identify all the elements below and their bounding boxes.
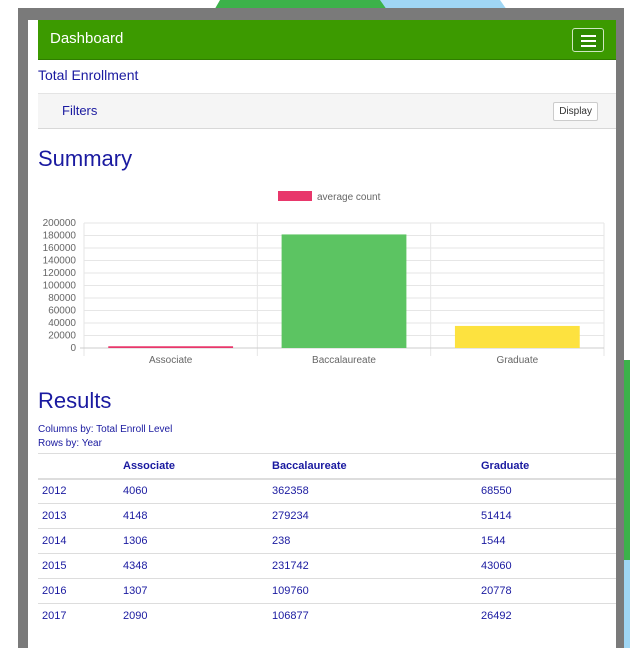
hamburger-icon-bar xyxy=(581,40,596,42)
table-cell: 2016 xyxy=(38,578,119,604)
summary-title: Summary xyxy=(38,146,133,171)
y-tick-label: 140000 xyxy=(43,256,77,267)
table-cell: 1307 xyxy=(119,578,268,604)
hamburger-icon-bar xyxy=(581,35,596,37)
y-tick-label: 200000 xyxy=(43,218,77,229)
table-cell: 1544 xyxy=(477,528,616,554)
table-cell: 51414 xyxy=(477,503,616,529)
navbar-brand[interactable]: Dashboard xyxy=(50,30,123,47)
background-edge-green xyxy=(624,360,630,560)
background-edge-blue xyxy=(624,560,630,648)
column-header-associate: Associate xyxy=(119,453,268,480)
table-cell: 231742 xyxy=(268,553,477,579)
column-header-baccalaureate: Baccalaureate xyxy=(268,453,477,480)
table-row: 2017 2090 106877 26492 xyxy=(38,603,616,629)
table-row: 2015 4348 231742 43060 xyxy=(38,553,616,579)
y-tick-label: 160000 xyxy=(43,243,77,254)
table-cell: 279234 xyxy=(268,503,477,529)
table-cell: 109760 xyxy=(268,578,477,604)
table-cell: 106877 xyxy=(268,603,477,629)
y-tick-label: 40000 xyxy=(48,318,76,329)
table-cell: 4060 xyxy=(119,478,268,504)
y-tick-label: 20000 xyxy=(48,331,76,342)
hamburger-icon-bar xyxy=(581,45,596,47)
table-cell: 68550 xyxy=(477,478,616,504)
table-row: 2012 4060 362358 68550 xyxy=(38,478,616,504)
x-tick-label: Graduate xyxy=(496,355,538,366)
table-cell: 2015 xyxy=(38,553,119,579)
filters-label[interactable]: Filters xyxy=(62,103,97,118)
legend-swatch xyxy=(278,191,312,201)
table-cell: 4148 xyxy=(119,503,268,529)
page-subtitle: Total Enrollment xyxy=(38,67,139,83)
table-row: 2013 4148 279234 51414 xyxy=(38,503,616,529)
bar-graduate xyxy=(454,325,580,348)
table-cell: 362358 xyxy=(268,478,477,504)
filters-bar[interactable]: Filters Display xyxy=(38,93,616,129)
table-cell: 2012 xyxy=(38,478,119,504)
x-tick-label: Baccalaureate xyxy=(312,355,376,366)
display-button[interactable]: Display xyxy=(553,102,598,121)
table-cell: 20778 xyxy=(477,578,616,604)
table-cell: 26492 xyxy=(477,603,616,629)
column-header-graduate: Graduate xyxy=(477,453,616,480)
table-cell: 238 xyxy=(268,528,477,554)
x-tick-label: Associate xyxy=(149,355,193,366)
y-tick-label: 60000 xyxy=(48,306,76,317)
y-tick-label: 0 xyxy=(70,343,76,354)
table-cell: 4348 xyxy=(119,553,268,579)
menu-toggle-button[interactable] xyxy=(572,28,604,52)
results-title: Results xyxy=(38,388,112,413)
table-cell: 2090 xyxy=(119,603,268,629)
dashboard-app: Dashboard Total Enrollment Filters Displ… xyxy=(28,20,616,648)
legend-label: average count xyxy=(317,192,381,203)
y-tick-label: 120000 xyxy=(43,268,77,279)
y-tick-label: 100000 xyxy=(43,281,77,292)
navbar: Dashboard xyxy=(38,20,616,60)
summary-bar-chart: average count 020000 4000060000 80000100000… xyxy=(43,191,605,366)
table-cell: 2014 xyxy=(38,528,119,554)
column-header-year xyxy=(38,453,119,480)
table-row: 2014 1306 238 1544 xyxy=(38,528,616,554)
table-row: 2016 1307 109760 20778 xyxy=(38,578,616,604)
table-cell: 43060 xyxy=(477,553,616,579)
table-cell: 2013 xyxy=(38,503,119,529)
results-table: Associate Baccalaureate Graduate 2012 40… xyxy=(38,453,616,629)
table-header-row: Associate Baccalaureate Graduate xyxy=(38,453,616,480)
table-cell: 2017 xyxy=(38,603,119,629)
table-cell: 1306 xyxy=(119,528,268,554)
bar-associate xyxy=(108,346,234,348)
columns-by-label: Columns by: Total Enroll Level xyxy=(38,424,173,435)
rows-by-label: Rows by: Year xyxy=(38,438,102,449)
bar-baccalaureate xyxy=(281,234,407,348)
y-tick-label: 180000 xyxy=(43,231,77,242)
y-tick-label: 80000 xyxy=(48,293,76,304)
